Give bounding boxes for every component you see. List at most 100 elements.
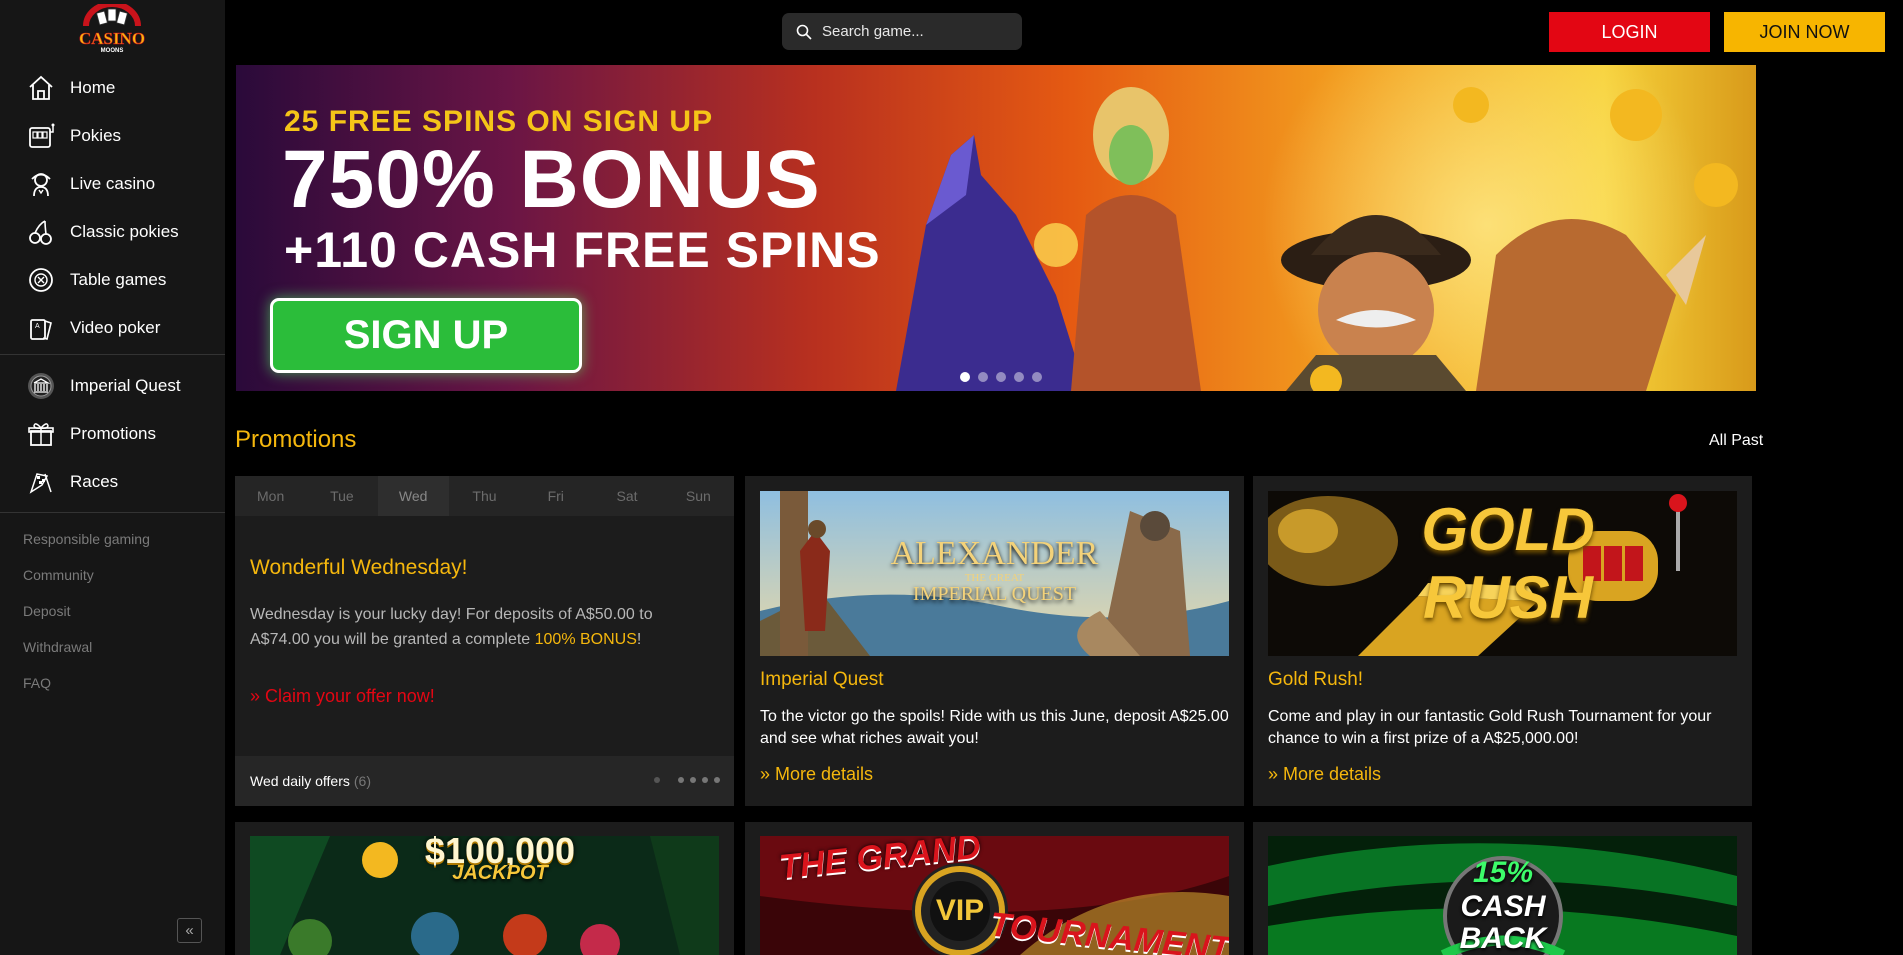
promotions-heading: Promotions (235, 426, 357, 453)
collapse-sidebar-button[interactable]: « (177, 918, 202, 943)
tab-fri[interactable]: Fri (520, 476, 591, 516)
carousel-dot[interactable] (1032, 372, 1042, 382)
hero-banner[interactable]: 25 FREE SPINS ON SIGN UP 750% BONUS +110… (236, 65, 1756, 391)
promo-image[interactable]: GOLD RUSH (1268, 491, 1737, 656)
all-past-link[interactable]: All Past (1709, 432, 1763, 450)
daily-offers-label: Wed daily offers (250, 773, 350, 789)
carousel-dot[interactable] (978, 372, 988, 382)
sidebar-item-races[interactable]: Races (0, 458, 225, 506)
temple-icon (26, 371, 56, 401)
banner-sign-up-button[interactable]: SIGN UP (270, 298, 582, 373)
sidebar-item-label: Pokies (70, 126, 122, 145)
promo-card-imperial-quest: ALEXANDER THE GREAT IMPERIAL QUEST Imper… (745, 476, 1244, 806)
link-deposit[interactable]: Deposit (23, 597, 150, 633)
promo-card-jackpot: $100,000 JACKPOT (235, 822, 734, 955)
promo-card-text: To the victor go the spoils! Ride with u… (760, 708, 1229, 747)
race-flags-icon (26, 467, 56, 497)
promo-card-cashback: 15% CASH BACK (1253, 822, 1752, 955)
sidebar-item-video-poker[interactable]: A Video poker (0, 304, 225, 352)
dealer-icon (26, 169, 56, 199)
pager-dot[interactable] (714, 777, 720, 783)
promo-card-grand-vip: THE GRAND VIP TOURNAMENT (745, 822, 1244, 955)
carousel-dot[interactable] (960, 372, 970, 382)
gift-icon (26, 419, 56, 449)
promo-card-text: Come and play in our fantastic Gold Rush… (1268, 708, 1712, 747)
promo-image[interactable]: 15% CASH BACK (1268, 836, 1737, 955)
more-details-link[interactable]: » More details (760, 764, 873, 785)
tab-sat[interactable]: Sat (591, 476, 662, 516)
sidebar-divider (0, 354, 225, 355)
more-details-link[interactable]: » More details (1268, 764, 1381, 785)
carousel-dots (960, 372, 1042, 382)
footer-links: Responsible gaming Community Deposit Wit… (23, 525, 150, 705)
promo-image-subtitle: BACK (1459, 922, 1547, 955)
svg-text:MOONS: MOONS (101, 48, 124, 54)
casino-logo[interactable]: CASINO MOONS (76, 4, 148, 54)
daily-offers-count: (6) (353, 773, 371, 789)
search-input[interactable] (822, 23, 1002, 40)
join-now-button[interactable]: JOIN NOW (1724, 12, 1885, 52)
promo-card-title[interactable]: Imperial Quest (760, 669, 884, 691)
tab-tue[interactable]: Tue (306, 476, 377, 516)
sidebar-item-label: Promotions (70, 424, 156, 443)
search-box[interactable] (782, 13, 1022, 50)
svg-text:CASINO: CASINO (79, 29, 145, 48)
sidebar-item-imperial-quest[interactable]: Imperial Quest (0, 362, 225, 410)
link-responsible-gaming[interactable]: Responsible gaming (23, 525, 150, 561)
link-faq[interactable]: FAQ (23, 669, 150, 705)
pager-dot[interactable] (690, 777, 696, 783)
promo-image[interactable]: ALEXANDER THE GREAT IMPERIAL QUEST (760, 491, 1229, 656)
tab-sun[interactable]: Sun (663, 476, 734, 516)
promo-image[interactable]: $100,000 JACKPOT (250, 836, 719, 955)
promo-image-title: GOLD (1421, 496, 1595, 563)
sidebar: CASINO MOONS Home Pokies Live casino Cla… (0, 0, 225, 955)
sidebar-divider (0, 512, 225, 513)
sidebar-item-label: Table games (70, 270, 167, 289)
tab-wed[interactable]: Wed (377, 476, 449, 516)
promo-image-title: RUSH (1422, 564, 1593, 631)
banner-headline: 750% BONUS (282, 134, 821, 225)
carousel-dot[interactable] (996, 372, 1006, 382)
cherries-icon (26, 217, 56, 247)
link-community[interactable]: Community (23, 561, 150, 597)
banner-artwork (896, 87, 1738, 391)
promo-image-subtitle: JACKPOT (452, 862, 548, 884)
promo-image[interactable]: THE GRAND VIP TOURNAMENT (760, 836, 1229, 955)
carousel-dot[interactable] (1014, 372, 1024, 382)
promo-image-subtitle: CASH (1460, 890, 1546, 923)
daily-offer-card: Mon Tue Wed Thu Fri Sat Sun Wonderful We… (235, 476, 734, 806)
secondary-nav: Imperial Quest Promotions Races (0, 362, 225, 506)
tab-thu[interactable]: Thu (449, 476, 520, 516)
promo-card-gold-rush: GOLD RUSH Gold Rush! Come and play in ou… (1253, 476, 1752, 806)
sidebar-item-classic-pokies[interactable]: Classic pokies (0, 208, 225, 256)
sidebar-item-label: Imperial Quest (70, 376, 181, 395)
promo-card-title[interactable]: Gold Rush! (1268, 669, 1363, 691)
sidebar-item-label: Home (70, 78, 116, 97)
slot-machine-icon (26, 121, 56, 151)
login-button[interactable]: LOGIN (1549, 12, 1710, 52)
pager-dot[interactable] (702, 777, 708, 783)
promo-image-subtitle: IMPERIAL QUEST (912, 583, 1077, 605)
svg-text:A: A (35, 323, 40, 330)
link-withdrawal[interactable]: Withdrawal (23, 633, 150, 669)
offer-highlight: 100% BONUS (534, 631, 637, 648)
tab-mon[interactable]: Mon (235, 476, 306, 516)
sidebar-item-table-games[interactable]: Table games (0, 256, 225, 304)
sidebar-item-promotions[interactable]: Promotions (0, 410, 225, 458)
sidebar-item-live-casino[interactable]: Live casino (0, 160, 225, 208)
claim-offer-link[interactable]: » Claim your offer now! (250, 686, 435, 707)
home-icon (26, 73, 56, 103)
promo-image-title: 15% (1472, 856, 1534, 889)
main-nav: Home Pokies Live casino Classic pokies T… (0, 64, 225, 352)
offer-text-part: ! (636, 631, 642, 648)
daily-offer-title: Wonderful Wednesday! (250, 556, 468, 579)
pager-dot[interactable] (678, 777, 684, 783)
search-icon (796, 24, 812, 40)
roulette-chip-icon (26, 265, 56, 295)
sidebar-item-label: Live casino (70, 174, 156, 193)
sidebar-item-pokies[interactable]: Pokies (0, 112, 225, 160)
banner-headline-secondary: +110 CASH FREE SPINS (284, 222, 881, 278)
pager-dot[interactable] (654, 777, 660, 783)
promo-image-title: ALEXANDER (890, 535, 1099, 572)
sidebar-item-home[interactable]: Home (0, 64, 225, 112)
